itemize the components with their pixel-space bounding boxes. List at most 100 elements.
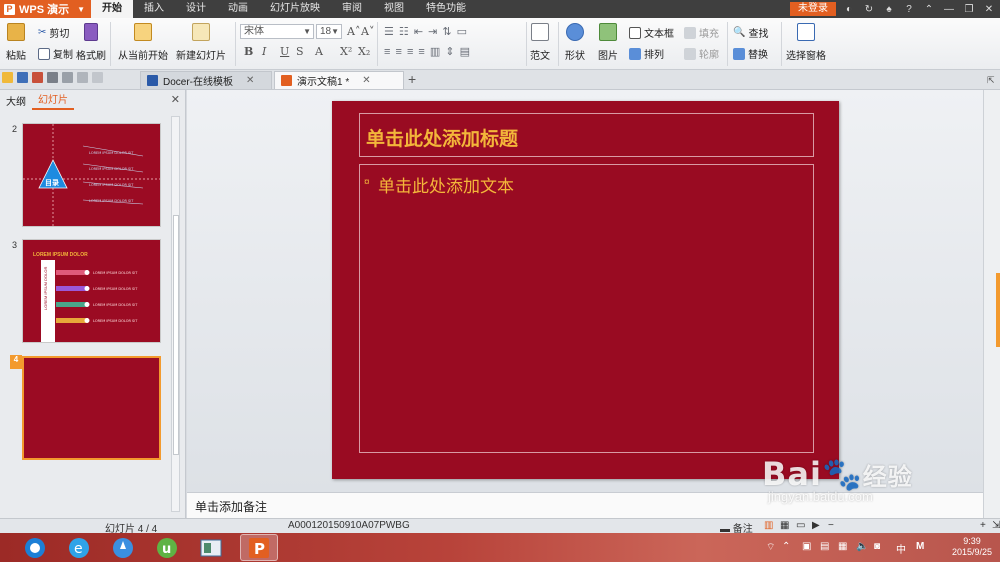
paste-button[interactable]: 粘贴 xyxy=(6,23,26,62)
underline-icon[interactable]: U xyxy=(280,45,289,58)
login-button[interactable]: 未登录 xyxy=(790,2,836,16)
font-color-icon[interactable]: A xyxy=(315,45,323,58)
font-size-value: 18 xyxy=(320,26,332,37)
superscript-icon[interactable]: X² xyxy=(340,45,352,58)
new-slide-button[interactable]: 新建幻灯片 xyxy=(176,23,226,62)
export-pdf-icon[interactable] xyxy=(32,72,43,83)
system-clock[interactable]: 9:39 2015/9/25 xyxy=(952,536,992,558)
slideshow-view-icon[interactable]: ▶ xyxy=(812,520,820,531)
skin-icon[interactable]: ◐ xyxy=(842,4,856,15)
play-from-current-button[interactable]: 从当前开始 xyxy=(118,23,168,62)
app-wps-presentation-icon[interactable]: P xyxy=(240,534,278,561)
format-painter-button[interactable]: 格式刷 xyxy=(76,23,106,62)
app-reader-icon[interactable] xyxy=(192,534,230,561)
tab-insert[interactable]: 插入 xyxy=(133,0,175,18)
font-name-value: 宋体 xyxy=(244,26,264,37)
selection-pane-button[interactable]: 选择窗格 xyxy=(786,23,826,62)
grow-font-icon[interactable]: A˄ xyxy=(347,25,360,38)
tab-docer[interactable]: Docer-在线模板 ✕ xyxy=(140,71,272,89)
print-preview-icon[interactable] xyxy=(62,72,73,83)
tab-slideshow[interactable]: 幻灯片放映 xyxy=(259,0,331,18)
tray-app-icon[interactable]: ▦ xyxy=(838,541,847,552)
side-panel-toggle[interactable] xyxy=(996,273,1000,347)
tab-animation[interactable]: 动画 xyxy=(217,0,259,18)
tab-slides[interactable]: 幻灯片 xyxy=(32,91,74,110)
fit-window-icon[interactable]: ⇲ xyxy=(992,520,1000,531)
network-icon[interactable]: ⌔ xyxy=(766,541,775,554)
tab-design[interactable]: 设计 xyxy=(175,0,217,18)
tray-app-icon[interactable]: ◙ xyxy=(874,541,880,552)
picture-button[interactable]: 图片 xyxy=(598,23,618,62)
fanwen-button[interactable]: 范文 xyxy=(530,23,550,62)
undo-icon[interactable] xyxy=(77,72,88,83)
italic-icon[interactable]: I xyxy=(262,45,266,58)
shirt-icon[interactable]: ♠ xyxy=(882,4,896,15)
tray-app-icon[interactable]: ▣ xyxy=(802,541,811,552)
app-qq-icon[interactable] xyxy=(16,534,54,561)
app-utorrent-icon[interactable]: u xyxy=(148,534,186,561)
font-name-select[interactable]: 宋体 ▼ xyxy=(240,24,314,39)
tray-app-icon[interactable]: ▤ xyxy=(820,541,829,552)
print-icon[interactable] xyxy=(47,72,58,83)
save-icon[interactable] xyxy=(17,72,28,83)
tray-m-icon[interactable]: M xyxy=(916,541,924,552)
sorter-view-icon[interactable]: ▦ xyxy=(780,520,789,531)
textbox-button[interactable]: 文本框 xyxy=(629,25,674,40)
new-tab-icon[interactable]: + xyxy=(408,71,416,87)
tab-document[interactable]: 演示文稿1 * ✕ xyxy=(274,71,404,89)
slide-body-text: 单击此处添加文本 xyxy=(378,177,514,197)
app-ie-icon[interactable]: e xyxy=(60,534,98,561)
collapse-ribbon-icon[interactable]: ⌃ xyxy=(922,4,936,15)
app-menu-button[interactable]: P WPS 演示 ▼ xyxy=(0,0,92,18)
cut-button[interactable]: ✂ 剪切 xyxy=(38,25,69,40)
copy-button[interactable]: 复制 xyxy=(38,46,73,61)
replace-button[interactable]: 替换 xyxy=(733,46,768,61)
font-size-select[interactable]: 18 ▼ xyxy=(316,24,342,39)
app-browser-icon[interactable] xyxy=(104,534,142,561)
fill-button[interactable]: 填充 xyxy=(684,25,719,40)
scrollbar-thumb[interactable] xyxy=(173,215,179,455)
tab-home[interactable]: 开始 xyxy=(91,0,134,18)
close-tab-icon[interactable]: ✕ xyxy=(246,75,254,86)
ime-icon[interactable]: 中 xyxy=(896,541,906,556)
outline-button[interactable]: 轮廓 xyxy=(684,46,719,61)
help-icon[interactable]: ? xyxy=(902,4,916,15)
reading-view-icon[interactable]: ▭ xyxy=(796,520,805,531)
zoom-in-icon[interactable]: + xyxy=(980,520,986,531)
slide-thumbnail-4[interactable] xyxy=(22,356,161,460)
current-slide[interactable]: 单击此处添加标题 ¤ 单击此处添加文本 xyxy=(332,101,839,479)
arrange-button[interactable]: 排列 xyxy=(629,46,664,61)
toolbar-toggle-icon[interactable]: ⇱ xyxy=(987,75,995,86)
tab-view[interactable]: 视图 xyxy=(373,0,415,18)
shrink-font-icon[interactable]: A˅ xyxy=(361,25,374,38)
zoom-out-icon[interactable]: − xyxy=(828,520,834,531)
tab-features[interactable]: 特色功能 xyxy=(415,0,477,18)
list-format-icons[interactable]: ☰ ☷ ⇤ ⇥ ⇅ ▭ xyxy=(384,25,468,38)
volume-icon[interactable]: 🔈 xyxy=(856,541,868,552)
pane-tabs: 大纲 幻灯片 xyxy=(0,90,186,110)
close-pane-icon[interactable]: ✕ xyxy=(171,93,180,106)
find-button[interactable]: 🔍 查找 xyxy=(733,25,768,40)
shadow-icon[interactable]: S xyxy=(296,45,304,58)
align-icons[interactable]: ≡ ≡ ≡ ≡ ▥ ⇕ ▤ xyxy=(384,45,471,58)
slide-thumbnail-2[interactable]: LOREM IPSUM DOLOR SIT LOREM IPSUM DOLOR S… xyxy=(22,123,161,227)
thumbnail-scrollbar[interactable] xyxy=(171,116,180,512)
shape-button[interactable]: 形状 xyxy=(565,23,585,62)
close-tab-icon[interactable]: ✕ xyxy=(362,75,370,86)
minimize-icon[interactable]: — xyxy=(942,4,956,15)
body-placeholder[interactable]: ¤ 单击此处添加文本 xyxy=(359,164,814,453)
bold-icon[interactable]: B xyxy=(244,45,253,58)
tab-review[interactable]: 审阅 xyxy=(331,0,373,18)
sync-icon[interactable]: ↻ xyxy=(862,4,876,15)
slide-thumbnail-3[interactable]: LOREM IPSUM DOLOR LOREM IPSUM DOLOR LORE… xyxy=(22,239,161,343)
close-icon[interactable]: ✕ xyxy=(982,4,996,15)
tab-outline[interactable]: 大纲 xyxy=(0,93,32,110)
open-icon[interactable] xyxy=(2,72,13,83)
tray-arrow-icon[interactable]: ⌃ xyxy=(782,541,790,552)
normal-view-icon[interactable]: ▥ xyxy=(764,520,773,531)
redo-icon[interactable] xyxy=(92,72,103,83)
restore-icon[interactable]: ❐ xyxy=(962,4,976,15)
subscript-icon[interactable]: X₂ xyxy=(358,45,370,58)
title-placeholder[interactable]: 单击此处添加标题 xyxy=(359,113,814,157)
play-slide-icon xyxy=(134,23,152,41)
